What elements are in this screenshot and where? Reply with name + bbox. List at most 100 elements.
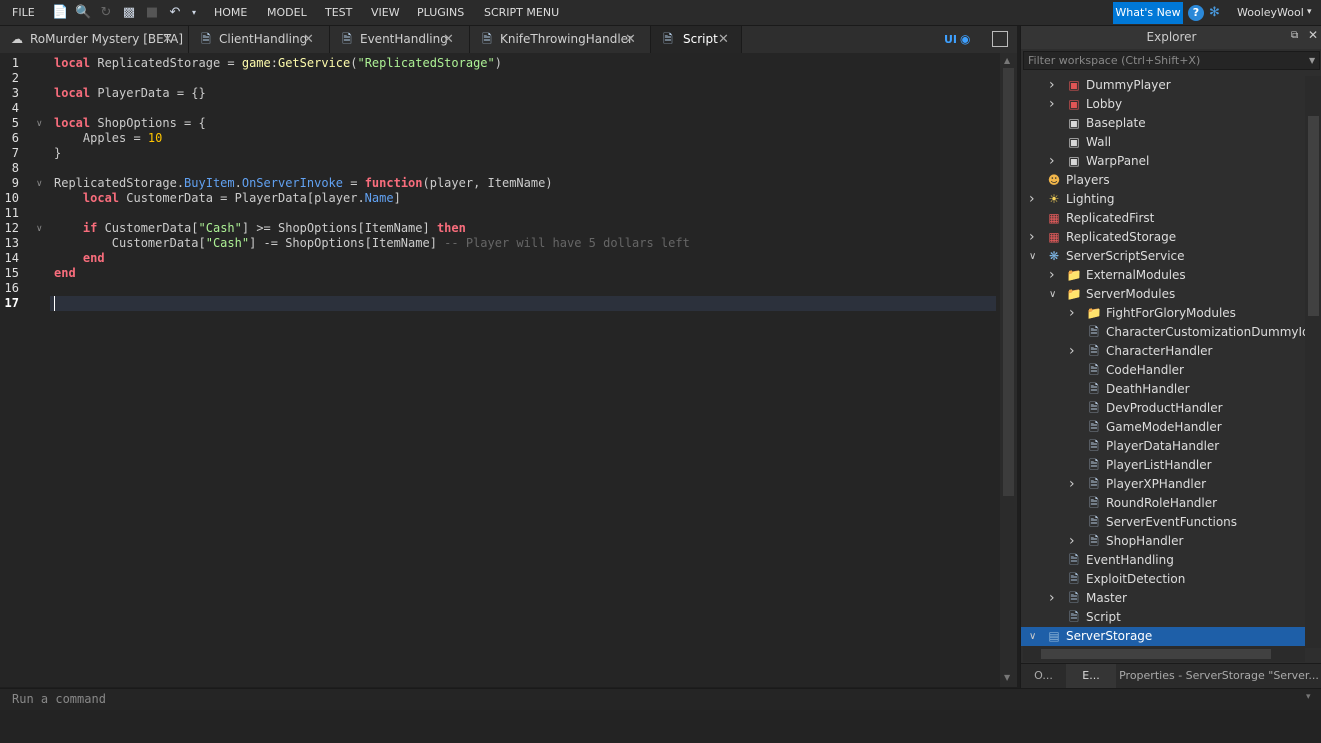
- tree-item[interactable]: 🗎Script: [1021, 608, 1305, 627]
- explorer-horizontal-scrollbar[interactable]: [1023, 646, 1305, 662]
- tree-item[interactable]: 🗎GameModeHandler: [1021, 418, 1305, 437]
- tab-client-handling[interactable]: 🗎 ClientHandling ✕: [189, 26, 330, 53]
- scrollbar-thumb[interactable]: [1308, 116, 1319, 316]
- code-line[interactable]: local PlayerData = {}: [54, 86, 206, 101]
- tab-output[interactable]: O...: [1021, 664, 1066, 688]
- tree-item[interactable]: ›▦ReplicatedStorage: [1021, 228, 1305, 247]
- file-menu[interactable]: FILE: [12, 0, 35, 26]
- tree-item[interactable]: ∨▤ServerStorage: [1021, 627, 1305, 646]
- code-line[interactable]: Apples = 10: [54, 131, 162, 146]
- fold-chevron-icon[interactable]: ∨: [36, 119, 46, 129]
- plugin-puzzle-icon[interactable]: ▩: [121, 5, 137, 21]
- stop-icon[interactable]: ■: [144, 5, 160, 21]
- tree-item[interactable]: 🗎ServerEventFunctions: [1021, 513, 1305, 532]
- tree-item[interactable]: ▣Baseplate: [1021, 114, 1305, 133]
- close-icon[interactable]: ✕: [1308, 28, 1318, 42]
- command-bar[interactable]: Run a command ▾: [0, 688, 1321, 710]
- code-editor[interactable]: 1 2 3 4 5 6 7 8 9 10 11 12 13 14 15 16 1…: [0, 53, 1017, 687]
- close-icon[interactable]: ✕: [718, 26, 729, 53]
- tree-item[interactable]: ›▣WarpPanel: [1021, 152, 1305, 171]
- tree-item[interactable]: ›☀Lighting: [1021, 190, 1305, 209]
- tree-item[interactable]: ›📁ExternalModules: [1021, 266, 1305, 285]
- code-line[interactable]: CustomerData["Cash"] -= ShopOptions[Item…: [54, 236, 690, 251]
- tree-item[interactable]: 🗎PlayerListHandler: [1021, 456, 1305, 475]
- chevron-down-icon[interactable]: ∨: [1049, 285, 1059, 304]
- code-line[interactable]: local ReplicatedStorage = game:GetServic…: [54, 56, 502, 71]
- scrollbar-thumb[interactable]: [1003, 68, 1014, 496]
- tree-item[interactable]: 🗎DevProductHandler: [1021, 399, 1305, 418]
- close-icon[interactable]: ✕: [303, 26, 314, 53]
- code-line[interactable]: local CustomerData = PlayerData[player.N…: [54, 191, 401, 206]
- tree-item[interactable]: 🗎CharacterCustomizationDummyIdleAn: [1021, 323, 1305, 342]
- new-file-icon[interactable]: 📄: [52, 5, 68, 21]
- tree-item[interactable]: ›🗎ShopHandler: [1021, 532, 1305, 551]
- chevron-down-icon[interactable]: ∨: [1029, 247, 1039, 266]
- restore-window-icon[interactable]: ⧉: [1291, 30, 1298, 41]
- menu-script-menu[interactable]: SCRIPT MENU: [484, 0, 559, 26]
- help-icon[interactable]: ?: [1188, 5, 1204, 21]
- scrollbar-thumb[interactable]: [1041, 649, 1271, 659]
- tree-item[interactable]: ›▣DummyPlayer: [1021, 76, 1305, 95]
- close-icon[interactable]: ✕: [625, 26, 636, 53]
- scroll-down-icon[interactable]: ▼: [1004, 673, 1010, 682]
- chevron-right-icon[interactable]: ›: [1069, 475, 1079, 494]
- close-icon[interactable]: ✕: [443, 26, 454, 53]
- undo-icon[interactable]: ↶: [167, 5, 183, 21]
- tab-event-handling[interactable]: 🗎 EventHandling ✕: [330, 26, 470, 53]
- command-input[interactable]: Run a command: [12, 692, 106, 706]
- code-line[interactable]: ReplicatedStorage.BuyItem.OnServerInvoke…: [54, 176, 553, 191]
- menu-model[interactable]: MODEL: [267, 0, 307, 26]
- menu-plugins[interactable]: PLUGINS: [417, 0, 464, 26]
- chevron-down-icon[interactable]: ▾: [186, 5, 202, 21]
- chevron-down-icon[interactable]: ▼: [1309, 56, 1315, 65]
- ui-toggle-button[interactable]: UI: [944, 26, 957, 53]
- tree-item[interactable]: ›🗎Master: [1021, 589, 1305, 608]
- close-icon[interactable]: ✕: [162, 26, 173, 53]
- menu-home[interactable]: HOME: [214, 0, 247, 26]
- code-line[interactable]: end: [54, 266, 76, 281]
- code-line[interactable]: if CustomerData["Cash"] >= ShopOptions[I…: [54, 221, 466, 236]
- share-icon[interactable]: ✻: [1209, 5, 1220, 20]
- chevron-right-icon[interactable]: ›: [1049, 589, 1059, 608]
- tab-properties[interactable]: Properties - ServerStorage "Server...: [1116, 664, 1321, 688]
- tree-item[interactable]: 🗎DeathHandler: [1021, 380, 1305, 399]
- tree-item[interactable]: 🗎PlayerDataHandler: [1021, 437, 1305, 456]
- tab-knife-throwing-handler[interactable]: 🗎 KnifeThrowingHandler ✕: [470, 26, 651, 53]
- fold-chevron-icon[interactable]: ∨: [36, 179, 46, 189]
- tree-item[interactable]: ☻Players: [1021, 171, 1305, 190]
- find-icon[interactable]: 🔍: [75, 5, 91, 21]
- chevron-down-icon[interactable]: ▾: [1306, 692, 1311, 702]
- fold-chevron-icon[interactable]: ∨: [36, 224, 46, 234]
- chevron-right-icon[interactable]: ›: [1049, 76, 1059, 95]
- scroll-up-icon[interactable]: ▲: [1004, 56, 1010, 65]
- code-lines[interactable]: local ReplicatedStorage = game:GetServic…: [54, 53, 1000, 687]
- tree-item[interactable]: ›🗎PlayerXPHandler: [1021, 475, 1305, 494]
- chevron-right-icon[interactable]: ›: [1069, 304, 1079, 323]
- tree-item[interactable]: 🗎EventHandling: [1021, 551, 1305, 570]
- tree-item[interactable]: ∨📁ServerModules: [1021, 285, 1305, 304]
- detach-window-icon[interactable]: [992, 31, 1008, 47]
- tree-item[interactable]: 🗎ExploitDetection: [1021, 570, 1305, 589]
- explorer-filter-input[interactable]: Filter workspace (Ctrl+Shift+X): [1023, 51, 1320, 70]
- chevron-right-icon[interactable]: ›: [1029, 228, 1039, 247]
- chevron-right-icon[interactable]: ›: [1049, 266, 1059, 285]
- tree-item[interactable]: ∨❋ServerScriptService: [1021, 247, 1305, 266]
- tree-item[interactable]: ›📁FightForGloryModules: [1021, 304, 1305, 323]
- menu-view[interactable]: VIEW: [371, 0, 400, 26]
- tree-item[interactable]: ›▣Lobby: [1021, 95, 1305, 114]
- code-line[interactable]: local ShopOptions = {: [54, 116, 206, 131]
- code-line[interactable]: end: [54, 251, 105, 266]
- explorer-scrollbar[interactable]: [1305, 76, 1321, 648]
- chevron-right-icon[interactable]: ›: [1069, 532, 1079, 551]
- chevron-right-icon[interactable]: ›: [1029, 190, 1039, 209]
- tree-item[interactable]: 🗎CodeHandler: [1021, 361, 1305, 380]
- tree-item[interactable]: 🗎RoundRoleHandler: [1021, 494, 1305, 513]
- tab-script[interactable]: 🗎 Script ✕: [651, 26, 742, 53]
- chevron-right-icon[interactable]: ›: [1049, 152, 1059, 171]
- tree-item[interactable]: ›🗎CharacterHandler: [1021, 342, 1305, 361]
- user-chevron-icon[interactable]: ▾: [1307, 0, 1312, 25]
- editor-scrollbar[interactable]: ▲ ▼: [1000, 53, 1017, 687]
- eye-icon[interactable]: ◉: [960, 26, 970, 53]
- menu-test[interactable]: TEST: [325, 0, 352, 26]
- chevron-right-icon[interactable]: ›: [1069, 342, 1079, 361]
